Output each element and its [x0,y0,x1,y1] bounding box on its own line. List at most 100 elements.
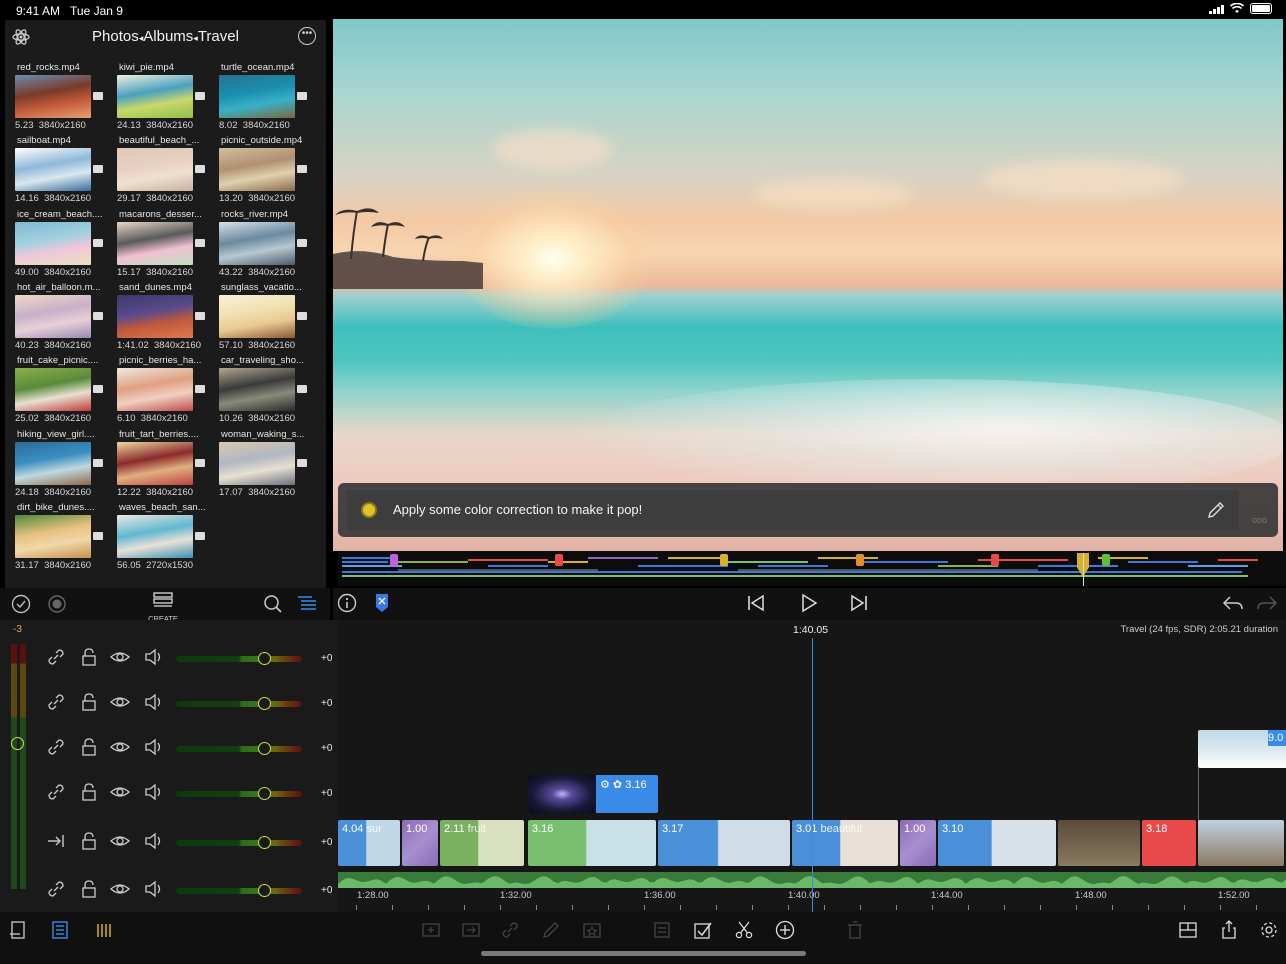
overview-marker[interactable] [555,554,563,566]
volume-fader[interactable] [176,656,302,662]
lock-icon[interactable] [79,832,99,850]
lock-icon[interactable] [79,693,99,711]
timeline-clip[interactable] [1198,820,1284,866]
volume-fader-knob[interactable] [258,836,271,849]
media-tile[interactable]: car_traveling_sho... 10.26 3840x2160 [217,355,317,428]
eye-icon[interactable] [110,738,130,756]
timeline-clip[interactable]: 2.11 fruit [440,820,524,866]
play-icon[interactable] [799,593,819,613]
timeline-clip[interactable]: 3.16 [528,820,656,866]
project-icon[interactable] [8,920,28,940]
media-tile[interactable]: turtle_ocean.mp4 8.02 3840x2160 [217,62,317,135]
timeline-clip-overlay[interactable]: ⚙ ✿ 3.16 [528,775,658,813]
volume-fader-knob[interactable] [258,884,271,897]
scissors-icon[interactable] [734,920,754,940]
layout-icon[interactable] [1178,920,1198,940]
overview-marker[interactable] [720,554,728,566]
checkmark-circle-icon[interactable] [11,594,31,614]
volume-fader-knob[interactable] [258,652,271,665]
timeline-clip[interactable]: 1.00 [900,820,936,866]
media-tile[interactable]: hiking_view_girl.... 24.18 3840x2160 [13,429,113,502]
info-icon[interactable] [337,593,357,613]
list-filter-icon[interactable] [296,593,318,615]
timeline-clip[interactable]: 3.01 beautiful [792,820,898,866]
volume-fader[interactable] [176,701,302,707]
link-icon[interactable] [46,880,66,898]
skip-back-icon[interactable] [746,593,766,613]
redo-icon[interactable] [1255,593,1279,613]
timeline-clip[interactable]: 3.18 [1142,820,1196,866]
skip-forward-icon[interactable] [849,593,869,613]
undo-icon[interactable] [1221,593,1245,613]
eye-icon[interactable] [110,783,130,801]
speaker-icon[interactable] [143,693,163,711]
audio-levels-icon[interactable] [95,920,115,940]
media-tile[interactable]: hot_air_balloon.m... 40.23 3840x2160 [13,282,113,355]
timeline-clip[interactable]: 4.04 sur [338,820,400,866]
video-viewer[interactable] [333,19,1283,551]
volume-fader[interactable] [176,746,302,752]
link-icon[interactable] [46,693,66,711]
link-icon[interactable] [46,738,66,756]
comment-color-dot[interactable] [361,502,377,518]
timeline[interactable]: 1:40.05 Travel (24 fps, SDR) 2:05.21 dur… [338,620,1286,912]
pencil-icon[interactable] [1206,500,1226,520]
timeline-clip[interactable] [1058,820,1140,866]
volume-fader-knob[interactable] [258,787,271,800]
playhead[interactable] [812,638,813,912]
volume-fader[interactable] [176,791,302,797]
lock-icon[interactable] [79,783,99,801]
eye-icon[interactable] [110,693,130,711]
share-icon[interactable] [1219,920,1239,940]
speaker-icon[interactable] [143,783,163,801]
media-tile[interactable]: beautiful_beach_... 29.17 3840x2160 [115,135,215,208]
eye-icon[interactable] [110,880,130,898]
track-list-icon[interactable] [50,920,70,940]
atom-icon[interactable] [11,27,31,47]
master-volume-knob[interactable] [11,737,24,750]
media-tile[interactable]: sunglass_vacatio... 57.10 3840x2160 [217,282,317,355]
link-icon[interactable] [46,648,66,666]
volume-fader-knob[interactable] [258,697,271,710]
volume-fader-knob[interactable] [258,742,271,755]
search-icon[interactable] [263,594,283,614]
comment-bar[interactable]: Apply some color correction to make it p… [338,483,1278,537]
media-tile[interactable]: kiwi_pie.mp4 24.13 3840x2160 [115,62,215,135]
link-icon[interactable] [46,783,66,801]
timeline-clip[interactable]: 3.17 [658,820,790,866]
eye-icon[interactable] [110,832,130,850]
more-options-icon[interactable]: ••• [298,27,316,45]
settings-gear-icon[interactable] [1259,920,1279,940]
overview-marker[interactable] [856,554,864,566]
overview-marker[interactable] [390,554,398,566]
timeline-overview[interactable] [338,551,1286,586]
media-tile[interactable]: fruit_tart_berries.... 12.22 3840x2160 [115,429,215,502]
eye-icon[interactable] [110,648,130,666]
marker-icon[interactable] [375,593,389,613]
speaker-icon[interactable] [143,880,163,898]
breadcrumb-travel[interactable]: Travel [198,28,239,45]
create-button[interactable]: CREATE [146,591,180,623]
speaker-icon[interactable] [143,738,163,756]
media-tile[interactable]: ice_cream_beach.... 49.00 3840x2160 [13,209,113,282]
overview-marker[interactable] [991,554,999,566]
media-tile[interactable]: waves_beach_san... 56.05 2720x1530 [115,502,215,575]
select-checkbox-icon[interactable] [693,920,713,940]
add-circle-icon[interactable] [775,920,795,940]
speaker-icon[interactable] [143,832,163,850]
breadcrumb-albums[interactable]: Albums [143,28,193,45]
breadcrumb-photos[interactable]: Photos [92,28,139,45]
lock-icon[interactable] [79,648,99,666]
breadcrumb[interactable]: Photos◂Albums◂Travel [92,28,239,45]
media-tile[interactable]: woman_waking_s... 17.07 3840x2160 [217,429,317,502]
resize-handle-icon[interactable]: ooo [1252,515,1267,525]
media-tile[interactable]: red_rocks.mp4 5.23 3840x2160 [13,62,113,135]
overview-marker[interactable] [1102,554,1110,566]
media-tile[interactable]: sand_dunes.mp4 1:41.02 3840x2160 [115,282,215,355]
timeline-clip[interactable]: 3.10 [938,820,1056,866]
media-tile[interactable]: rocks_river.mp4 43.22 3840x2160 [217,209,317,282]
media-tile[interactable]: dirt_bike_dunes.... 31.17 3840x2160 [13,502,113,575]
track-arrow-icon[interactable] [46,832,66,850]
volume-fader[interactable] [176,888,302,894]
media-tile[interactable]: picnic_outside.mp4 13.20 3840x2160 [217,135,317,208]
